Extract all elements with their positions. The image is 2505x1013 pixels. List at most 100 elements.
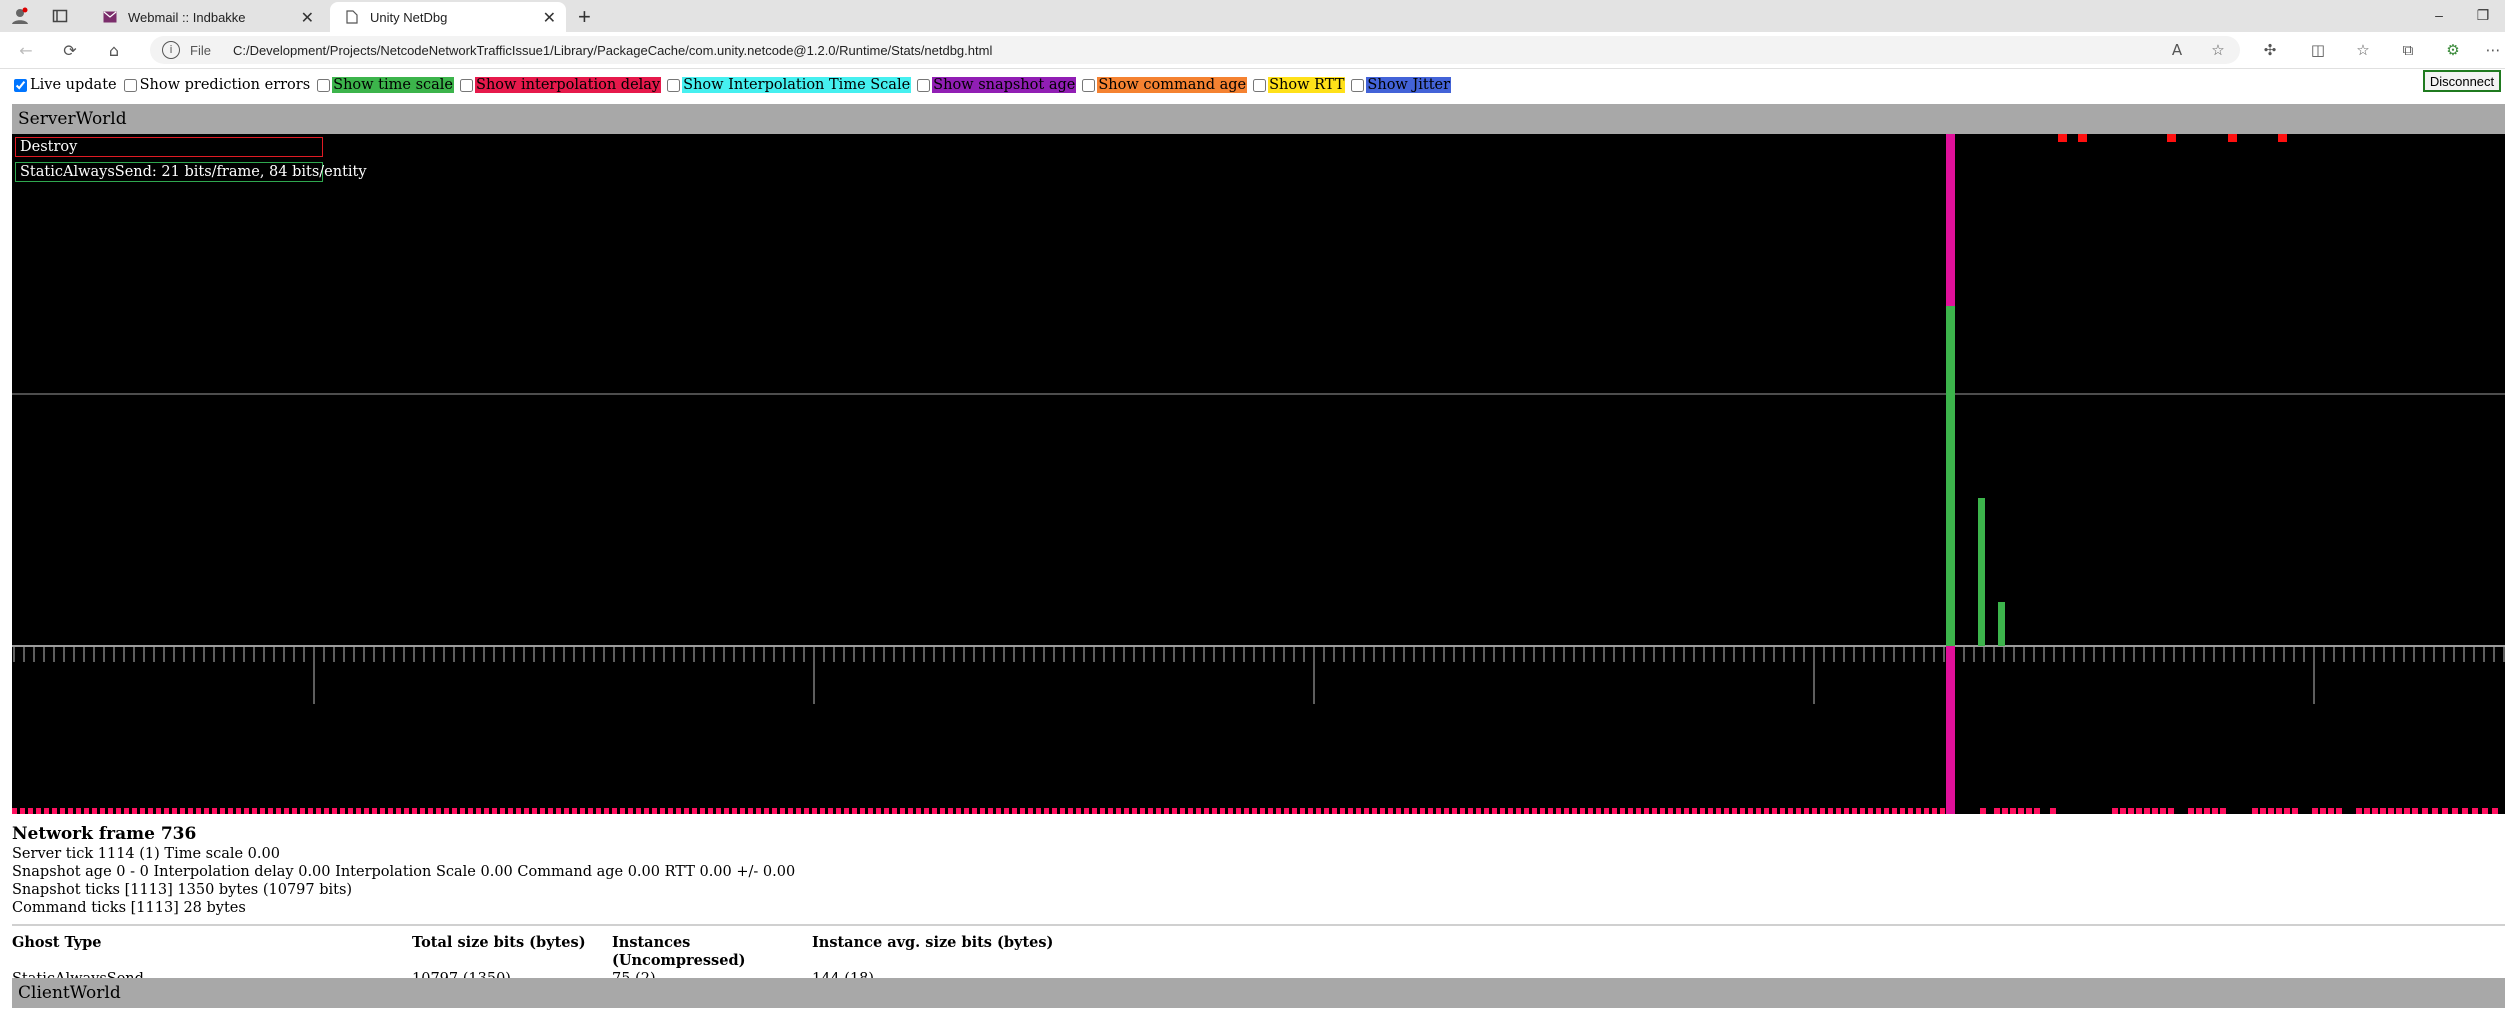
server-world-header[interactable]: ServerWorld — [12, 104, 2505, 134]
close-icon[interactable]: ✕ — [543, 8, 556, 28]
frame-marker — [1828, 808, 1833, 814]
frame-marker — [1660, 808, 1665, 814]
frame-stats: Network frame 736 Server tick 1114 (1) T… — [12, 824, 795, 917]
column-header: Ghost Type — [12, 934, 102, 951]
profile-icon[interactable] — [8, 4, 32, 28]
client-world-header[interactable]: ClientWorld — [12, 978, 2505, 1008]
extensions-icon[interactable]: ✣ — [2258, 38, 2282, 62]
disconnect-button[interactable]: Disconnect — [2423, 70, 2501, 92]
frame-marker — [1100, 808, 1105, 814]
info-icon[interactable]: i — [162, 41, 180, 59]
address-bar[interactable]: i File C:/Development/Projects/NetcodeNe… — [150, 36, 2240, 64]
frame-marker — [1404, 808, 1409, 814]
frame-marker — [644, 808, 649, 814]
frame-marker — [1252, 808, 1257, 814]
option-checkbox[interactable] — [667, 78, 681, 92]
option-checkbox[interactable] — [917, 78, 931, 92]
tab-actions-icon[interactable] — [48, 4, 72, 28]
tab-unity-netdbg[interactable]: Unity NetDbg ✕ — [330, 2, 566, 32]
frame-marker — [532, 808, 537, 814]
frame-marker — [1628, 808, 1633, 814]
frame-marker — [1140, 808, 1145, 814]
ghost-size-bar — [1978, 498, 1985, 646]
option-label: Show RTT — [1268, 77, 1346, 93]
frame-marker — [1908, 808, 1913, 814]
url-text[interactable]: C:/Development/Projects/NetcodeNetworkTr… — [233, 43, 992, 58]
tab-label: Webmail :: Indbakke — [128, 9, 246, 25]
split-screen-icon[interactable]: ◫ — [2306, 38, 2330, 62]
option-live-update[interactable]: Live update — [14, 77, 118, 93]
favorite-star-icon[interactable]: ☆ — [2206, 38, 2230, 62]
new-tab-icon[interactable]: + — [578, 4, 591, 30]
frame-marker — [484, 808, 489, 814]
frame-marker — [1756, 808, 1761, 814]
frame-marker — [628, 808, 633, 814]
option-checkbox[interactable] — [14, 78, 27, 92]
frame-marker — [1780, 808, 1785, 814]
read-aloud-icon[interactable]: A — [2165, 38, 2189, 62]
destroy-marker — [2167, 134, 2176, 142]
frame-marker — [404, 808, 409, 814]
frame-marker — [1444, 808, 1449, 814]
frame-marker — [1316, 808, 1321, 814]
frame-marker — [2396, 808, 2402, 814]
document-icon — [344, 9, 360, 25]
option-checkbox[interactable] — [1082, 78, 1096, 92]
option-show-interpolation-time-scale[interactable]: Show Interpolation Time Scale — [667, 77, 912, 93]
frame-marker — [36, 808, 41, 814]
option-checkbox[interactable] — [123, 78, 137, 92]
frame-marker — [1548, 808, 1553, 814]
frame-marker — [668, 808, 673, 814]
frame-marker — [1636, 808, 1641, 814]
frame-marker — [588, 808, 593, 814]
minimize-icon[interactable]: – — [2417, 0, 2461, 32]
option-checkbox[interactable] — [1253, 78, 1267, 92]
option-show-time-scale[interactable]: Show time scale — [317, 77, 455, 93]
frame-marker — [1644, 808, 1649, 814]
address-bar-row: ← ⟳ ⌂ i File C:/Development/Projects/Net… — [0, 32, 2505, 69]
option-checkbox[interactable] — [460, 78, 474, 92]
collections-icon[interactable]: ⧉ — [2396, 38, 2420, 62]
option-show-snapshot-age[interactable]: Show snapshot age — [917, 77, 1077, 93]
frame-marker — [1388, 808, 1393, 814]
more-menu-icon[interactable]: ⋯ — [2481, 38, 2505, 62]
frame-marker — [1412, 808, 1417, 814]
frame-marker — [2328, 808, 2334, 814]
frame-marker — [220, 808, 225, 814]
frame-marker — [508, 808, 513, 814]
close-icon[interactable]: ✕ — [301, 8, 314, 28]
refresh-icon[interactable]: ⟳ — [58, 38, 82, 62]
stat-line-server-tick: Server tick 1114 (1) Time scale 0.00 — [12, 846, 280, 862]
frame-marker — [516, 808, 521, 814]
option-show-command-age[interactable]: Show command age — [1082, 77, 1248, 93]
tab-webmail[interactable]: Webmail :: Indbakke ✕ — [88, 2, 324, 32]
frame-marker — [1820, 808, 1825, 814]
favorites-icon[interactable]: ☆ — [2351, 38, 2375, 62]
frame-marker — [500, 808, 505, 814]
frame-marker — [1196, 808, 1201, 814]
frame-marker — [76, 808, 81, 814]
frame-marker — [1932, 808, 1937, 814]
frame-marker — [548, 808, 553, 814]
option-show-prediction-errors[interactable]: Show prediction errors — [123, 77, 312, 93]
network-graph[interactable]: Destroy StaticAlwaysSend: 21 bits/frame,… — [12, 134, 2505, 814]
option-show-jitter[interactable]: Show Jitter — [1351, 77, 1452, 93]
frame-marker — [1836, 808, 1841, 814]
frame-marker — [212, 808, 217, 814]
frame-marker — [900, 808, 905, 814]
back-icon[interactable]: ← — [14, 38, 38, 62]
frame-marker — [844, 808, 849, 814]
home-icon[interactable]: ⌂ — [102, 38, 126, 62]
copilot-icon[interactable]: ⚙ — [2441, 38, 2465, 62]
stat-line-command-ticks: Command ticks [1113] 28 bytes — [12, 900, 246, 916]
frame-marker — [1540, 808, 1545, 814]
restore-icon[interactable]: ❐ — [2461, 0, 2505, 32]
option-checkbox[interactable] — [317, 78, 331, 92]
frame-marker — [1340, 808, 1345, 814]
frame-marker — [1420, 808, 1425, 814]
option-show-interpolation-delay[interactable]: Show interpolation delay — [460, 77, 662, 93]
frame-marker — [1994, 808, 2000, 814]
option-show-rtt[interactable]: Show RTT — [1253, 77, 1346, 93]
graph-canvas[interactable] — [12, 134, 2505, 814]
option-checkbox[interactable] — [1351, 78, 1365, 92]
